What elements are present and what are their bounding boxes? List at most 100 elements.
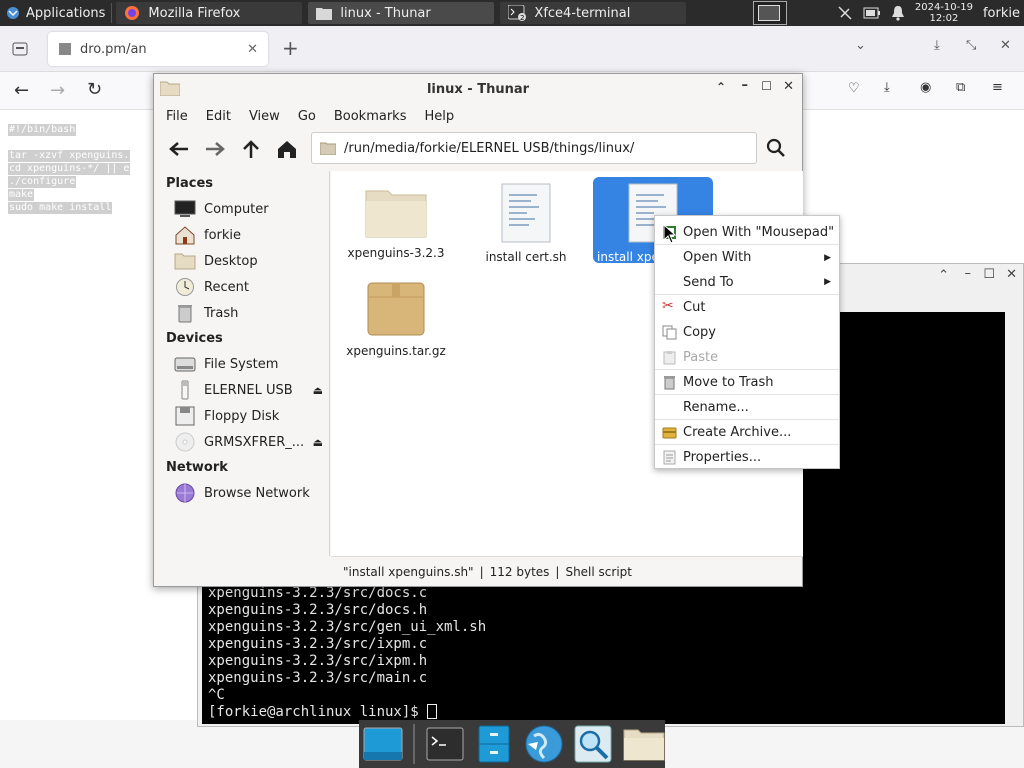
sidebar-item-desktop[interactable]: Desktop bbox=[154, 248, 329, 274]
page-text-line: sudo make install bbox=[8, 202, 113, 214]
sidebar-item-floppy[interactable]: Floppy Disk bbox=[154, 403, 329, 429]
task-firefox[interactable]: Mozilla Firefox bbox=[116, 2, 303, 24]
file-item-folder[interactable]: xpenguins-3.2.3 bbox=[341, 177, 451, 260]
file-item-archive[interactable]: xpenguins.tar.gz bbox=[341, 271, 451, 358]
up-icon[interactable] bbox=[240, 139, 262, 159]
user-name[interactable]: forkie bbox=[983, 6, 1020, 21]
thunar-titlebar[interactable]: linux - Thunar ⌃ – ☐ ✕ bbox=[154, 74, 802, 104]
terminal-line: xpenguins-3.2.3/src/ixpm.h bbox=[208, 653, 428, 669]
window-title: linux - Thunar bbox=[426, 81, 530, 97]
close-window-icon[interactable]: ✕ bbox=[1000, 38, 1011, 53]
usb-drive-icon bbox=[181, 380, 189, 400]
sidebar-item-label: File System bbox=[204, 356, 279, 372]
menu-help[interactable]: Help bbox=[424, 109, 454, 124]
pocket-icon[interactable]: ♡ bbox=[848, 81, 860, 96]
sidebar-item-forkie[interactable]: forkie bbox=[154, 222, 329, 248]
menu-go[interactable]: Go bbox=[298, 109, 316, 124]
menu-create-archive[interactable]: Create Archive... bbox=[655, 420, 839, 445]
menu-copy[interactable]: Copy bbox=[655, 320, 839, 345]
notifications-bell-icon[interactable] bbox=[891, 5, 905, 21]
terminal-minimize-icon[interactable]: – bbox=[965, 266, 972, 281]
terminal-maximize-up-icon[interactable]: ⌃ bbox=[938, 268, 949, 283]
tab-title: dro.pm/an bbox=[80, 41, 147, 57]
restore-icon[interactable]: ⤡ bbox=[966, 38, 976, 53]
menu-cut[interactable]: ✂ Cut bbox=[655, 295, 839, 320]
dock-file-manager[interactable] bbox=[474, 723, 513, 765]
menu-open-with-mousepad[interactable]: Open With "Mousepad" bbox=[655, 220, 839, 245]
new-tab-icon[interactable]: + bbox=[282, 36, 299, 60]
downloads-icon[interactable]: ⤓ bbox=[884, 80, 890, 95]
dock-web-browser[interactable] bbox=[524, 723, 564, 765]
terminal-close-icon[interactable]: ✕ bbox=[1006, 267, 1017, 282]
battery-icon[interactable] bbox=[863, 7, 881, 19]
menu-item-label: Paste bbox=[683, 349, 719, 365]
menu-send-to[interactable]: Send To ▶ bbox=[655, 270, 839, 295]
hamburger-menu-icon[interactable]: ≡ bbox=[992, 80, 1003, 95]
dock-terminal[interactable] bbox=[425, 723, 464, 765]
file-item-script[interactable]: install cert.sh bbox=[471, 177, 581, 264]
minimize-icon[interactable]: ⤓ bbox=[934, 38, 940, 53]
maximize-icon[interactable]: ☐ bbox=[761, 79, 772, 93]
home-icon[interactable] bbox=[276, 139, 298, 159]
sidebar-item-recent[interactable]: Recent bbox=[154, 274, 329, 300]
sidebar: Places Computer forkie Desktop Recent Tr… bbox=[154, 171, 330, 556]
terminal-maximize-icon[interactable]: ☐ bbox=[983, 267, 995, 282]
eject-icon[interactable]: ⏏ bbox=[313, 384, 323, 397]
task-thunar[interactable]: linux - Thunar bbox=[308, 2, 495, 24]
menu-rename[interactable]: Rename... bbox=[655, 395, 839, 420]
dock-show-desktop[interactable] bbox=[363, 723, 403, 765]
clock[interactable]: 2024-10-19 12:02 bbox=[915, 2, 973, 24]
location-bar[interactable]: /run/media/forkie/ELERNEL USB/things/lin… bbox=[311, 132, 757, 164]
sidebar-item-label: Floppy Disk bbox=[204, 408, 280, 424]
sidebar-item-usb[interactable]: ELERNEL USB ⏏ bbox=[154, 377, 329, 403]
close-icon[interactable]: ✕ bbox=[783, 79, 794, 94]
page-text-line: make bbox=[8, 189, 35, 201]
forward-icon[interactable]: → bbox=[50, 80, 65, 101]
optical-disc-icon bbox=[175, 432, 195, 452]
dock-app-finder[interactable] bbox=[574, 723, 613, 765]
menu-file[interactable]: File bbox=[166, 109, 188, 124]
menu-properties[interactable]: Properties... bbox=[655, 445, 839, 470]
eject-icon[interactable]: ⏏ bbox=[313, 436, 323, 449]
search-icon[interactable] bbox=[766, 138, 786, 158]
menu-bookmarks[interactable]: Bookmarks bbox=[334, 109, 407, 124]
clock-time: 12:02 bbox=[929, 13, 959, 24]
forward-icon[interactable] bbox=[204, 140, 226, 158]
reload-icon[interactable]: ↻ bbox=[87, 79, 102, 100]
terminal-line: xpenguins-3.2.3/src/docs.c bbox=[208, 585, 428, 601]
sidebar-item-label: ELERNEL USB bbox=[204, 382, 293, 398]
sidebar-item-optical[interactable]: GRMSXFRER_... ⏏ bbox=[154, 429, 329, 455]
sidebar-item-filesystem[interactable]: File System bbox=[154, 351, 329, 377]
menu-paste[interactable]: Paste bbox=[655, 345, 839, 370]
workspace-switcher[interactable] bbox=[752, 1, 787, 25]
terminal-icon bbox=[426, 727, 464, 761]
network-disconnected-icon[interactable] bbox=[837, 5, 853, 21]
menu-move-to-trash[interactable]: Move to Trash bbox=[655, 370, 839, 395]
harddisk-icon bbox=[174, 357, 196, 372]
account-icon[interactable]: ◉ bbox=[920, 80, 931, 95]
network-globe-icon bbox=[175, 483, 195, 503]
back-icon[interactable] bbox=[168, 140, 190, 158]
terminal-line: xpenguins-3.2.3/src/docs.h bbox=[208, 602, 428, 618]
shade-icon[interactable]: ⌃ bbox=[716, 80, 726, 94]
applications-menu[interactable]: Applications bbox=[0, 0, 111, 26]
task-label: Xfce4-terminal bbox=[534, 5, 631, 21]
list-all-tabs-icon[interactable]: ⌄ bbox=[855, 38, 866, 53]
menu-open-with[interactable]: Open With ▶ bbox=[655, 245, 839, 270]
sidebar-item-label: GRMSXFRER_... bbox=[204, 434, 305, 450]
sidebar-item-trash[interactable]: Trash bbox=[154, 300, 329, 326]
sidebar-item-computer[interactable]: Computer bbox=[154, 196, 329, 222]
menu-edit[interactable]: Edit bbox=[206, 109, 231, 124]
page-text-line: #!/bin/bash bbox=[8, 124, 77, 136]
dock-folder[interactable] bbox=[623, 723, 665, 765]
firefox-tab[interactable]: dro.pm/an ✕ bbox=[48, 32, 268, 66]
extensions-icon[interactable]: ⧉ bbox=[956, 80, 965, 95]
terminal-line: xpenguins-3.2.3/src/ixpm.c bbox=[208, 636, 428, 652]
back-icon[interactable]: ← bbox=[14, 80, 29, 101]
sidebar-item-browse-network[interactable]: Browse Network bbox=[154, 480, 329, 506]
menu-view[interactable]: View bbox=[249, 109, 280, 124]
minimize-icon[interactable]: – bbox=[742, 78, 749, 93]
tab-close-icon[interactable]: ✕ bbox=[247, 42, 258, 57]
tab-list-icon[interactable] bbox=[12, 42, 28, 56]
task-terminal[interactable]: 2 Xfce4-terminal bbox=[500, 2, 687, 24]
